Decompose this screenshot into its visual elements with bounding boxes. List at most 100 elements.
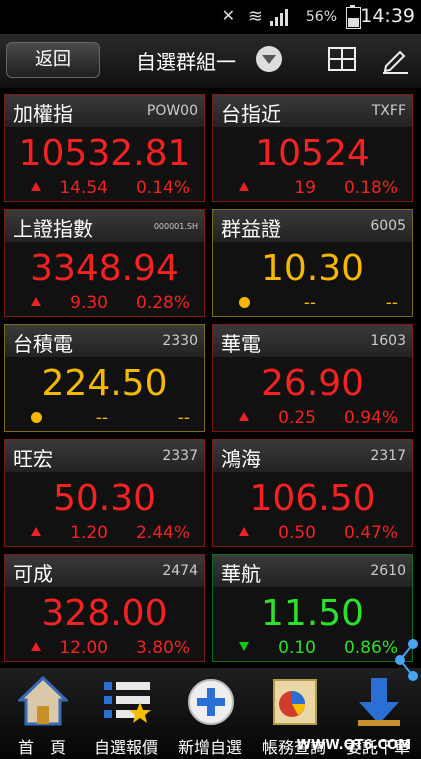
stock-code: 6005 bbox=[370, 218, 406, 234]
group-title[interactable]: 自選群組一 bbox=[136, 46, 236, 75]
arrow-up-icon bbox=[31, 182, 41, 191]
tile-header: 華電 1603 bbox=[213, 325, 412, 357]
chevron-down-icon[interactable] bbox=[256, 46, 282, 72]
change-value: 1.20 bbox=[70, 523, 108, 543]
change-value: -- bbox=[303, 293, 316, 313]
arrow-down-icon bbox=[239, 642, 249, 651]
change-percent: 0.86% bbox=[343, 638, 398, 658]
nav-watchlist[interactable]: 自選報價 bbox=[84, 668, 168, 759]
quote-tile[interactable]: 台指近 TXFF 10524 19 0.18% bbox=[212, 94, 413, 202]
price-change: 0.50 0.47% bbox=[223, 523, 404, 543]
battery-icon bbox=[346, 5, 361, 29]
tile-header: 可成 2474 bbox=[5, 555, 204, 587]
price-change: 12.00 3.80% bbox=[15, 638, 196, 658]
change-value: 0.25 bbox=[278, 408, 316, 428]
stock-code: 1603 bbox=[370, 333, 406, 349]
price-change: 9.30 0.28% bbox=[15, 293, 196, 313]
stock-code: 2330 bbox=[162, 333, 198, 349]
quote-tile[interactable]: 台積電 2330 224.50 -- -- bbox=[4, 324, 205, 432]
tile-header: 旺宏 2337 bbox=[5, 440, 204, 472]
stock-price: 50.30 bbox=[52, 478, 157, 519]
mute-icon: ✕ bbox=[221, 6, 235, 25]
change-percent: 3.80% bbox=[135, 638, 190, 658]
nav-home[interactable]: 首 頁 bbox=[0, 668, 84, 759]
stock-name: 鴻海 bbox=[221, 447, 261, 471]
stock-name: 華電 bbox=[221, 332, 261, 356]
quote-tile[interactable]: 鴻海 2317 106.50 0.50 0.47% bbox=[212, 439, 413, 547]
wifi-icon: ≋ bbox=[247, 6, 263, 27]
price-change: 14.54 0.14% bbox=[15, 178, 196, 198]
stock-code: POW00 bbox=[146, 103, 198, 119]
price-change: -- -- bbox=[223, 293, 404, 313]
quote-tile[interactable]: 上證指數 000001.SH 3348.94 9.30 0.28% bbox=[4, 209, 205, 317]
quote-tile[interactable]: 加權指 POW00 10532.81 14.54 0.14% bbox=[4, 94, 205, 202]
price-change: -- -- bbox=[15, 408, 196, 428]
stock-price: 106.50 bbox=[249, 478, 376, 519]
arrow-up-icon bbox=[239, 527, 249, 536]
tile-header: 鴻海 2317 bbox=[213, 440, 412, 472]
clock: 14:39 bbox=[360, 5, 415, 27]
share-icon[interactable] bbox=[395, 638, 419, 684]
price-change: 1.20 2.44% bbox=[15, 523, 196, 543]
add-icon bbox=[188, 679, 234, 725]
account-icon bbox=[273, 679, 317, 725]
change-percent: -- bbox=[385, 293, 398, 313]
tile-header: 上證指數 000001.SH bbox=[5, 210, 204, 242]
nav-add[interactable]: 新增自選 bbox=[168, 668, 252, 759]
stock-name: 華航 bbox=[221, 562, 261, 586]
change-percent: 2.44% bbox=[135, 523, 190, 543]
arrow-up-icon bbox=[239, 182, 249, 191]
stock-name: 旺宏 bbox=[13, 447, 53, 471]
stock-name: 加權指 bbox=[13, 102, 73, 126]
change-percent: 0.47% bbox=[343, 523, 398, 543]
quote-tile[interactable]: 可成 2474 328.00 12.00 3.80% bbox=[4, 554, 205, 662]
change-percent: 0.14% bbox=[135, 178, 190, 198]
arrow-up-icon bbox=[239, 412, 249, 421]
back-button[interactable]: 返回 bbox=[6, 42, 100, 78]
stock-code: 2317 bbox=[370, 448, 406, 464]
stock-price: 10.30 bbox=[260, 248, 365, 289]
stock-name: 群益證 bbox=[221, 217, 281, 241]
stock-price: 224.50 bbox=[41, 363, 168, 404]
change-value: -- bbox=[95, 408, 108, 428]
stock-code: 2474 bbox=[162, 563, 198, 579]
change-value: 12.00 bbox=[59, 638, 108, 658]
stock-price: 11.50 bbox=[260, 593, 365, 634]
change-percent: 0.28% bbox=[135, 293, 190, 313]
stock-code: 2610 bbox=[370, 563, 406, 579]
arrow-up-icon bbox=[31, 527, 41, 536]
stock-price: 328.00 bbox=[41, 593, 168, 634]
quote-tile[interactable]: 旺宏 2337 50.30 1.20 2.44% bbox=[4, 439, 205, 547]
stock-price: 26.90 bbox=[260, 363, 365, 404]
stock-code: 000001.SH bbox=[153, 222, 198, 231]
tile-header: 群益證 6005 bbox=[213, 210, 412, 242]
stock-name: 台指近 bbox=[221, 102, 281, 126]
edit-icon[interactable] bbox=[380, 44, 410, 74]
quote-tile[interactable]: 華航 2610 11.50 0.10 0.86% bbox=[212, 554, 413, 662]
change-value: 9.30 bbox=[70, 293, 108, 313]
grid-view-icon[interactable] bbox=[328, 47, 356, 71]
quote-tile[interactable]: 群益證 6005 10.30 -- -- bbox=[212, 209, 413, 317]
price-change: 0.25 0.94% bbox=[223, 408, 404, 428]
price-change: 19 0.18% bbox=[223, 178, 404, 198]
stock-code: TXFF bbox=[371, 103, 406, 119]
change-percent: 0.94% bbox=[343, 408, 398, 428]
price-change: 0.10 0.86% bbox=[223, 638, 404, 658]
tile-header: 華航 2610 bbox=[213, 555, 412, 587]
arrow-up-icon bbox=[31, 642, 41, 651]
stock-price: 3348.94 bbox=[30, 248, 179, 289]
change-value: 19 bbox=[294, 178, 316, 198]
stock-price: 10524 bbox=[255, 133, 370, 174]
stock-name: 可成 bbox=[13, 562, 53, 586]
arrow-up-icon bbox=[31, 297, 41, 306]
quote-tile[interactable]: 華電 1603 26.90 0.25 0.94% bbox=[212, 324, 413, 432]
change-percent: -- bbox=[177, 408, 190, 428]
stock-code: 2337 bbox=[162, 448, 198, 464]
change-value: 14.54 bbox=[59, 178, 108, 198]
stock-price: 10532.81 bbox=[18, 133, 191, 174]
stock-name: 台積電 bbox=[13, 332, 73, 356]
battery-percent: 56% bbox=[305, 9, 337, 25]
tile-header: 台指近 TXFF bbox=[213, 95, 412, 127]
stock-name: 上證指數 bbox=[13, 217, 93, 241]
tile-header: 加權指 POW00 bbox=[5, 95, 204, 127]
